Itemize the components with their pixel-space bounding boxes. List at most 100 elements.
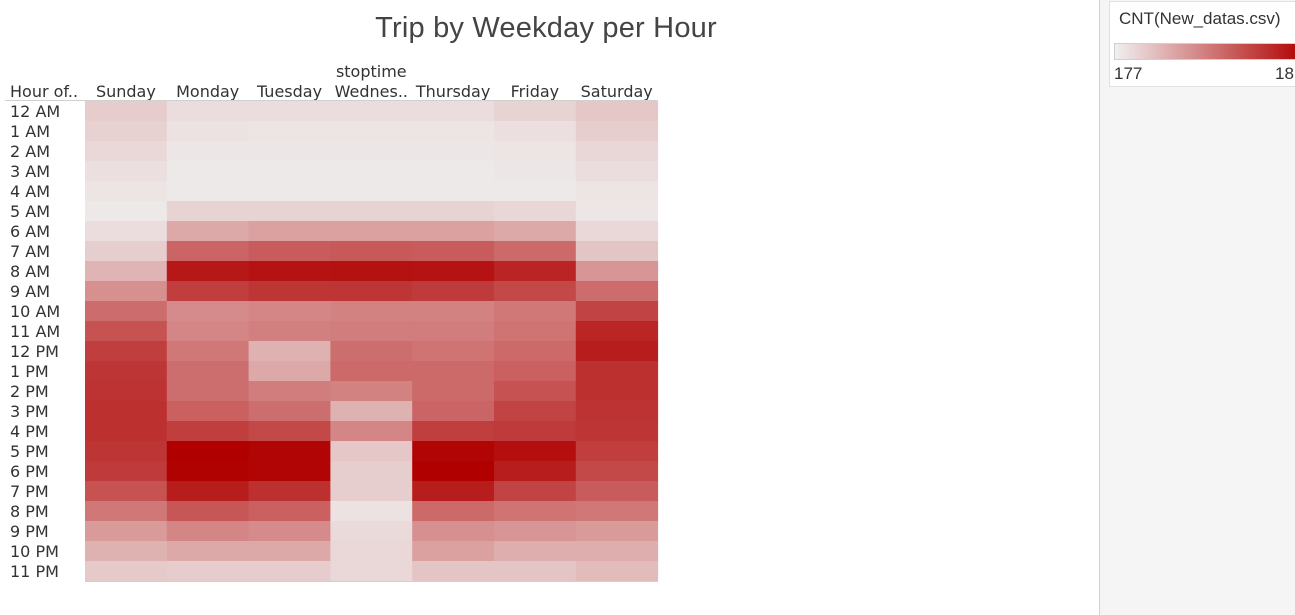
- heatmap-cell: [248, 521, 331, 542]
- row-label: 10 PM: [10, 542, 59, 561]
- heatmap-cell: [412, 201, 495, 222]
- row-label: 11 AM: [10, 322, 60, 341]
- heatmap-cell: [412, 321, 495, 342]
- heatmap-cell: [575, 141, 659, 162]
- heatmap-cell: [166, 421, 250, 442]
- heatmap-cell: [575, 481, 659, 502]
- heatmap-cell: [575, 501, 659, 522]
- heatmap-cell: [166, 121, 250, 142]
- heatmap-cell: [494, 341, 577, 362]
- heatmap-cell: [575, 361, 659, 382]
- heatmap-cell: [330, 281, 413, 302]
- heatmap-cell: [575, 381, 659, 402]
- heatmap-cell: [330, 381, 413, 402]
- heatmap-cell: [575, 561, 659, 582]
- row-label: 2 PM: [10, 382, 49, 401]
- row-label: 1 PM: [10, 362, 49, 381]
- heatmap-cell: [248, 161, 331, 182]
- heatmap-cell: [166, 261, 250, 282]
- column-label: Saturday: [581, 82, 653, 101]
- heatmap-cell: [248, 401, 331, 422]
- heatmap-cell: [330, 181, 413, 202]
- heatmap-cell: [412, 401, 495, 422]
- heatmap-cell: [166, 141, 250, 162]
- heatmap-cell: [248, 221, 331, 242]
- row-label: 4 PM: [10, 422, 49, 441]
- heatmap-cell: [412, 421, 495, 442]
- color-legend[interactable]: CNT(New_datas.csv) 177 18: [1109, 1, 1295, 87]
- heatmap-cell: [85, 281, 168, 302]
- heatmap-cell: [85, 441, 168, 462]
- column-field-header: stoptime: [336, 62, 407, 81]
- heatmap-cell: [248, 341, 331, 362]
- heatmap-cell: [575, 321, 659, 342]
- heatmap-cell: [85, 201, 168, 222]
- heatmap-cell: [494, 321, 577, 342]
- heatmap-cell: [330, 101, 413, 122]
- column-label: Wednes..: [335, 82, 408, 101]
- row-label: 8 AM: [10, 262, 50, 281]
- heatmap-cell: [85, 221, 168, 242]
- row-label: 3 AM: [10, 162, 50, 181]
- heatmap-cell: [575, 441, 659, 462]
- row-label: 8 PM: [10, 502, 49, 521]
- heatmap-cell: [330, 401, 413, 422]
- heatmap-cell: [330, 521, 413, 542]
- heatmap-cell: [575, 161, 659, 182]
- heatmap-cell: [330, 221, 413, 242]
- heatmap-cell: [248, 461, 331, 482]
- heatmap-cell: [412, 221, 495, 242]
- heatmap-cell: [412, 561, 495, 582]
- heatmap-cell: [494, 101, 577, 122]
- heatmap-cell: [166, 481, 250, 502]
- heatmap-cell: [248, 501, 331, 522]
- column-label: Friday: [511, 82, 560, 101]
- heatmap-cell: [494, 381, 577, 402]
- row-label: 9 PM: [10, 522, 49, 541]
- heatmap-cell: [85, 361, 168, 382]
- heatmap-cell: [248, 421, 331, 442]
- heatmap-cell: [166, 221, 250, 242]
- legend-min-label: 177: [1114, 64, 1143, 83]
- heatmap-cell: [330, 121, 413, 142]
- legend-max-label: 18: [1275, 64, 1294, 83]
- heatmap-cell: [412, 541, 495, 562]
- legend-panel: CNT(New_datas.csv) 177 18: [1099, 0, 1295, 615]
- heatmap-cell: [412, 281, 495, 302]
- row-label: 10 AM: [10, 302, 60, 321]
- heatmap-cell: [412, 381, 495, 402]
- column-label: Thursday: [415, 82, 490, 101]
- heatmap-cell: [166, 541, 250, 562]
- heatmap-cell: [248, 361, 331, 382]
- heatmap-cell: [166, 281, 250, 302]
- heatmap-cell: [85, 561, 168, 582]
- heatmap-cell: [248, 141, 331, 162]
- heatmap-cell: [85, 121, 168, 142]
- heatmap-cell: [494, 221, 577, 242]
- heatmap-cell: [575, 261, 659, 282]
- heatmap-cell: [248, 381, 331, 402]
- heatmap-cell: [575, 341, 659, 362]
- heatmap-cell: [85, 521, 168, 542]
- row-label: 1 AM: [10, 122, 50, 141]
- heatmap-cell: [166, 441, 250, 462]
- heatmap-cell: [330, 301, 413, 322]
- heatmap-cell: [494, 521, 577, 542]
- heatmap-cell: [85, 101, 168, 122]
- heatmap-cell: [412, 481, 495, 502]
- heatmap-cell: [412, 521, 495, 542]
- heatmap-cell: [575, 221, 659, 242]
- heatmap-cell: [248, 261, 331, 282]
- row-label: 12 PM: [10, 342, 59, 361]
- heatmap-cell: [166, 521, 250, 542]
- row-label: 11 PM: [10, 562, 59, 581]
- heatmap-cell: [412, 501, 495, 522]
- heatmap-cell: [166, 241, 250, 262]
- heatmap-cell: [166, 321, 250, 342]
- heatmap-cell: [330, 261, 413, 282]
- heatmap-cell: [494, 541, 577, 562]
- heatmap-cell: [166, 461, 250, 482]
- heatmap-cell: [248, 301, 331, 322]
- heatmap-cell: [494, 281, 577, 302]
- heatmap-cell: [330, 201, 413, 222]
